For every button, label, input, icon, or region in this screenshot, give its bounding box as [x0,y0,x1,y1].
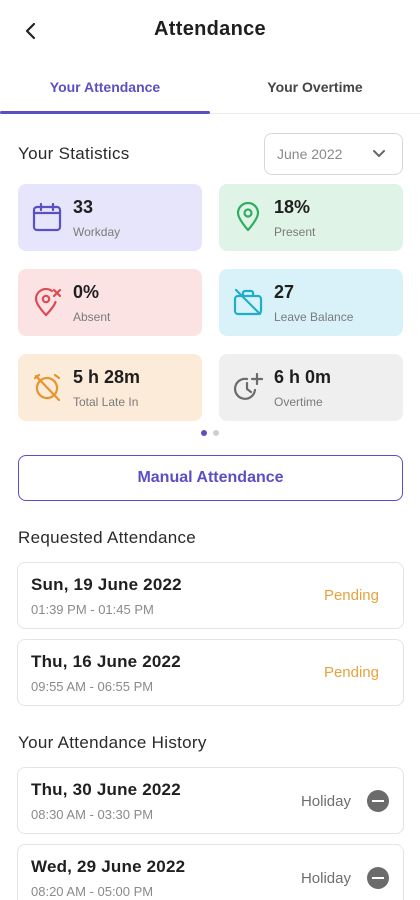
history-item[interactable]: Thu, 30 June 2022 08:30 AM - 03:30 PM Ho… [17,767,404,834]
status-badge: Pending [323,664,379,681]
pager-dot[interactable] [213,430,219,436]
item-date: Thu, 16 June 2022 [31,652,181,671]
tab-your-overtime[interactable]: Your Overtime [210,62,420,113]
stat-value: 5 h 28m [73,367,141,387]
status-badge: Pending [323,587,379,604]
stat-value: 18% [274,197,311,217]
stat-card-absent: 0% Absent [18,269,202,336]
item-time: 08:30 AM - 03:30 PM [31,807,154,822]
item-time: 01:39 PM - 01:45 PM [31,602,154,617]
tab-your-attendance[interactable]: Your Attendance [0,62,210,114]
minus-circle-icon [367,867,389,889]
item-date: Thu, 30 June 2022 [31,780,181,799]
clock-plus-icon [233,372,263,400]
chevron-down-icon [373,150,385,157]
stat-card-leave-balance: 27 Leave Balance [219,269,403,336]
stat-card-workday: 33 Workday [18,184,202,251]
tab-bar: Your Attendance Your Overtime [0,62,420,114]
requested-item[interactable]: Sun, 19 June 2022 01:39 PM - 01:45 PM Pe… [17,562,404,629]
item-date: Sun, 19 June 2022 [31,575,182,594]
stat-card-present: 18% Present [219,184,403,251]
history-item[interactable]: Wed, 29 June 2022 08:20 AM - 05:00 PM Ho… [17,844,404,900]
pager-dots [0,430,420,436]
stat-label: Workday [73,225,121,239]
stat-card-overtime: 6 h 0m Overtime [219,354,403,421]
briefcase-off-icon [233,288,263,316]
page-title: Attendance [154,18,266,40]
stat-label: Leave Balance [274,310,354,324]
manual-attendance-button[interactable]: Manual Attendance [18,455,403,501]
location-pin-icon [236,202,260,232]
stat-label: Present [274,225,316,239]
requested-item[interactable]: Thu, 16 June 2022 09:55 AM - 06:55 PM Pe… [17,639,404,706]
stat-label: Absent [73,310,111,324]
statistics-title: Your Statistics [18,144,130,163]
item-date: Wed, 29 June 2022 [31,857,186,876]
attendance-history-title: Your Attendance History [18,733,207,752]
stat-value: 6 h 0m [274,367,332,387]
location-off-icon [34,287,62,317]
requested-attendance-title: Requested Attendance [18,528,197,547]
stat-value: 33 [73,197,94,217]
app-header: Attendance [0,0,420,62]
stat-value: 0% [73,282,100,302]
stat-label: Overtime [274,395,323,409]
month-select-value: June 2022 [277,146,343,162]
month-select[interactable]: June 2022 [264,133,403,175]
alarm-off-icon [33,373,61,402]
status-badge: Holiday [300,793,351,810]
stat-card-total-late-in: 5 h 28m Total Late In [18,354,202,421]
item-time: 08:20 AM - 05:00 PM [31,884,154,899]
pager-dot[interactable] [201,430,207,436]
stat-label: Total Late In [73,395,139,409]
calendar-icon [32,202,62,232]
minus-circle-icon [367,790,389,812]
status-badge: Holiday [300,870,351,887]
item-time: 09:55 AM - 06:55 PM [31,679,154,694]
stat-value: 27 [274,282,295,302]
